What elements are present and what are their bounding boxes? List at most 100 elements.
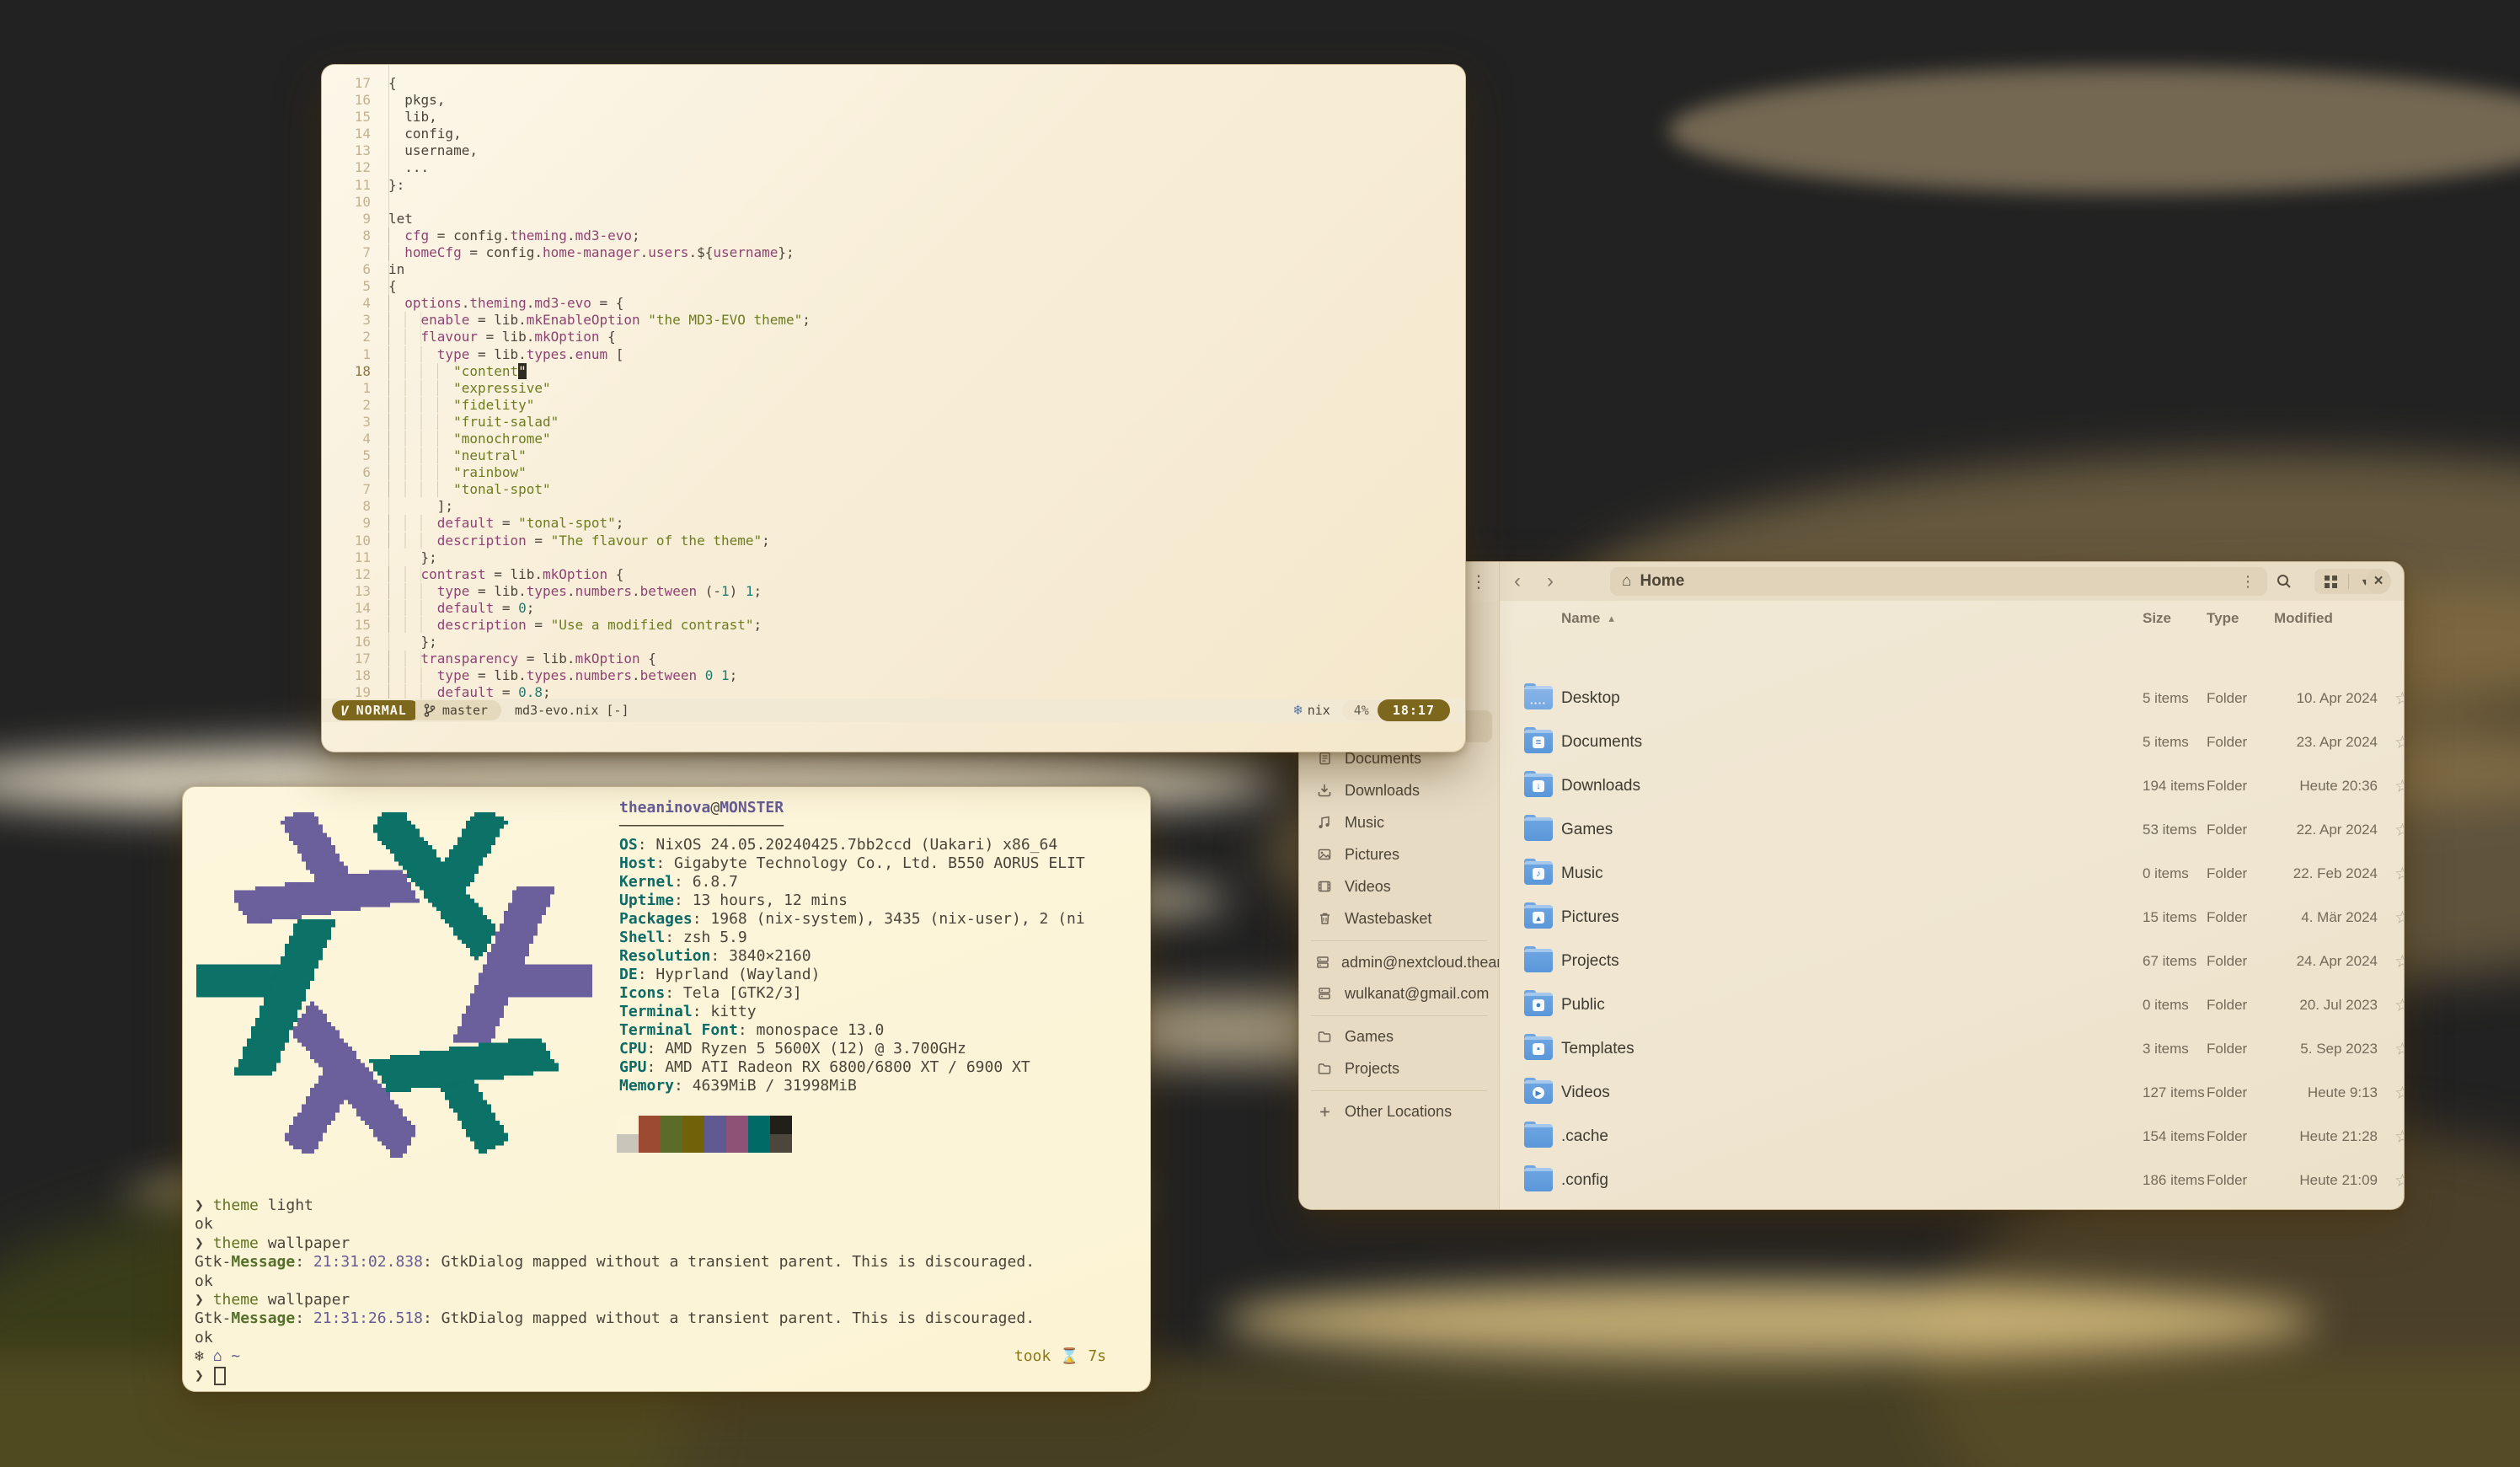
path-menu-button[interactable]: ⋮ [2240, 573, 2255, 591]
file-row-pictures[interactable]: ▴Pictures15 itemsFolder4. Mär 2024☆ [1500, 896, 2399, 940]
code-line[interactable]: 10 description = "The flavour of the the… [322, 533, 1465, 549]
star-icon[interactable]: ☆ [2394, 940, 2405, 983]
star-icon[interactable]: ☆ [2394, 896, 2405, 940]
sidebar-menu-button[interactable]: ⋮ [1467, 569, 1490, 594]
file-size: 5 items [2143, 677, 2189, 720]
code-line[interactable]: 1 "expressive" [322, 380, 1465, 397]
code-line[interactable]: 13 type = lib.types.numbers.between (-1)… [322, 583, 1465, 600]
code-area[interactable]: 17{16 pkgs,15 lib,14 config,13 username,… [322, 75, 1465, 701]
code-line[interactable]: 2 "fidelity" [322, 397, 1465, 414]
code-line[interactable]: 4 "monochrome" [322, 431, 1465, 447]
sidebar-item-videos[interactable]: Videos [1306, 870, 1492, 902]
file-row-dot-config[interactable]: .config186 itemsFolderHeute 21:09☆ [1500, 1159, 2399, 1202]
file-row-projects[interactable]: Projects67 itemsFolder24. Apr 2024☆ [1500, 940, 2399, 983]
back-button[interactable]: ‹ [1505, 569, 1530, 594]
sidebar-item-wastebasket[interactable]: Wastebasket [1306, 902, 1492, 934]
code-line[interactable]: 16 pkgs, [322, 92, 1465, 109]
code-line[interactable]: 17{ [322, 75, 1465, 92]
file-row-music[interactable]: ♪Music0 itemsFolder22. Feb 2024☆ [1500, 852, 2399, 896]
code-line[interactable]: 9let [322, 211, 1465, 228]
column-header-size[interactable]: Size [2143, 604, 2171, 633]
code-line[interactable]: 11}: [322, 177, 1465, 194]
star-icon[interactable]: ☆ [2394, 808, 2405, 852]
code-line[interactable]: 5 "neutral" [322, 447, 1465, 464]
file-row-templates[interactable]: ▪Templates3 itemsFolder5. Sep 2023☆ [1500, 1027, 2399, 1071]
folder-emblem: ↓ [1533, 780, 1544, 792]
star-icon[interactable]: ☆ [2394, 983, 2405, 1027]
star-icon[interactable]: ☆ [2394, 1202, 2405, 1210]
folder-icon [1524, 949, 1553, 972]
code-line[interactable]: 18 type = lib.types.numbers.between 0 1; [322, 667, 1465, 684]
star-icon[interactable]: ☆ [2394, 852, 2405, 896]
sidebar-item-other-locations[interactable]: Other Locations [1306, 1095, 1492, 1127]
palette-swatch [748, 1116, 770, 1134]
column-header-modified[interactable]: Modified [2274, 604, 2333, 633]
forward-button[interactable]: › [1538, 569, 1563, 594]
sidebar-item-wulkanat-gmail-com[interactable]: wulkanat@gmail.com [1306, 977, 1492, 1009]
code-line[interactable]: 12 ... [322, 159, 1465, 176]
file-type: Folder [2207, 1027, 2247, 1071]
star-icon[interactable]: ☆ [2394, 764, 2405, 808]
file-row-dot-cache[interactable]: .cache154 itemsFolderHeute 21:28☆ [1500, 1115, 2399, 1159]
code-line[interactable]: 6 "rainbow" [322, 464, 1465, 481]
file-row-downloads[interactable]: ↓Downloads194 itemsFolderHeute 20:36☆ [1500, 764, 2399, 808]
file-modified: Heute 21:28 [2243, 1115, 2378, 1159]
code-line[interactable]: 6in [322, 261, 1465, 278]
code-line[interactable]: 18 "content" [322, 363, 1465, 380]
file-row-dot-ghidra[interactable]: .ghidra3 itemsFolder12. Apr 2024☆ [1500, 1202, 2399, 1210]
column-header-name[interactable]: Name ▴ [1561, 604, 1614, 633]
code-text: cfg = config.theming.md3-evo; [388, 228, 640, 244]
file-row-documents[interactable]: ≡Documents5 itemsFolder23. Apr 2024☆ [1500, 720, 2399, 764]
code-line[interactable]: 16 }; [322, 634, 1465, 651]
code-text: lib, [388, 109, 437, 126]
code-line[interactable]: 14 default = 0; [322, 600, 1465, 617]
sidebar-item-admin-nextcloud-theanin-[interactable]: admin@nextcloud.theanin… [1306, 946, 1492, 978]
code-line[interactable]: 5{ [322, 278, 1465, 295]
palette-swatch [748, 1134, 770, 1153]
star-icon[interactable]: ☆ [2394, 1027, 2405, 1071]
code-line[interactable]: 3 "fruit-salad" [322, 414, 1465, 431]
code-line[interactable]: 17 transparency = lib.mkOption { [322, 651, 1465, 667]
code-line[interactable]: 8 ]; [322, 498, 1465, 515]
code-line[interactable]: 2 flavour = lib.mkOption { [322, 329, 1465, 345]
code-line[interactable]: 7 "tonal-spot" [322, 481, 1465, 498]
sidebar-item-games[interactable]: Games [1306, 1020, 1492, 1052]
code-line[interactable]: 14 config, [322, 126, 1465, 142]
code-line[interactable]: 15 description = "Use a modified contras… [322, 617, 1465, 634]
path-bar[interactable]: ⌂ Home ⋮ [1610, 567, 2267, 596]
sidebar-item-pictures[interactable]: Pictures [1306, 838, 1492, 870]
close-button[interactable]: × [2366, 569, 2391, 594]
file-row-public[interactable]: ●Public0 itemsFolder20. Jul 2023☆ [1500, 983, 2399, 1027]
code-line[interactable]: 7 homeCfg = config.home-manager.users.${… [322, 244, 1465, 261]
file-type: Folder [2207, 1115, 2247, 1159]
terminal-scrollback[interactable]: ❯ theme lightok❯ theme wallpaperGtk-Mess… [195, 1197, 1106, 1385]
star-icon[interactable]: ☆ [2394, 1071, 2405, 1115]
file-row-videos[interactable]: ▶Videos127 itemsFolderHeute 9:13☆ [1500, 1071, 2399, 1115]
star-icon[interactable]: ☆ [2394, 720, 2405, 764]
code-line[interactable]: 13 username, [322, 142, 1465, 159]
code-line[interactable]: 4 options.theming.md3-evo = { [322, 295, 1465, 312]
code-line[interactable]: 10 [322, 194, 1465, 211]
code-line[interactable]: 12 contrast = lib.mkOption { [322, 566, 1465, 583]
code-line[interactable]: 1 type = lib.types.enum [ [322, 346, 1465, 363]
column-header-type[interactable]: Type [2207, 604, 2239, 633]
file-row-desktop[interactable]: ▪▪▪▪Desktop5 itemsFolder10. Apr 2024☆ [1500, 677, 2399, 720]
file-row-games[interactable]: Games53 itemsFolder22. Apr 2024☆ [1500, 808, 2399, 852]
sidebar-item-music[interactable]: Music [1306, 806, 1492, 838]
code-line[interactable]: 9 default = "tonal-spot"; [322, 515, 1465, 532]
code-line[interactable]: 3 enable = lib.mkEnableOption "the MD3-E… [322, 312, 1465, 329]
code-line[interactable]: 11 }; [322, 549, 1465, 566]
line-number: 14 [322, 126, 388, 142]
search-button[interactable] [2271, 569, 2298, 594]
grid-view-icon[interactable] [2314, 576, 2348, 588]
code-line[interactable]: 15 lib, [322, 109, 1465, 126]
star-icon[interactable]: ☆ [2394, 677, 2405, 720]
palette-swatch [704, 1134, 726, 1153]
sidebar-item-projects[interactable]: Projects [1306, 1052, 1492, 1084]
star-icon[interactable]: ☆ [2394, 1159, 2405, 1202]
sidebar-item-label: Videos [1345, 878, 1391, 896]
sidebar-item-downloads[interactable]: Downloads [1306, 774, 1492, 806]
star-icon[interactable]: ☆ [2394, 1115, 2405, 1159]
code-line[interactable]: 8 cfg = config.theming.md3-evo; [322, 228, 1465, 244]
palette-swatch [639, 1116, 661, 1134]
